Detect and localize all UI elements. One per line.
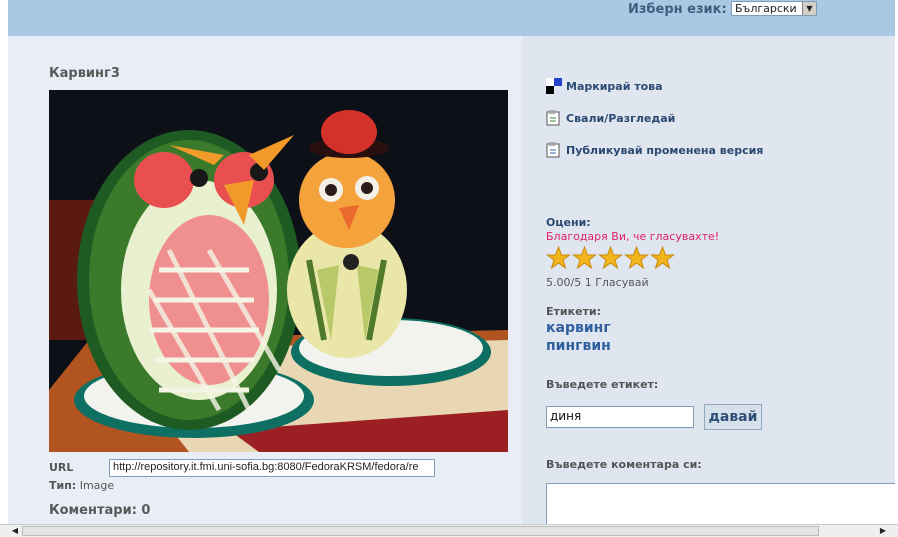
top-bar: Изберн език: Български ▼	[8, 0, 895, 36]
publish-icon	[546, 142, 560, 158]
tag-link[interactable]: пингвин	[546, 338, 611, 354]
chevron-down-icon[interactable]: ▼	[802, 2, 816, 15]
tags-label: Етикети:	[546, 305, 602, 318]
url-field[interactable]: http://repository.it.fmi.uni-sofia.bg:80…	[109, 459, 435, 477]
rating-summary: 5.00/5 1 Гласувай	[546, 276, 649, 289]
star-icon[interactable]	[572, 246, 597, 270]
bookmark-icon	[546, 78, 562, 94]
rating-label: Оцени:	[546, 216, 591, 229]
mark-link[interactable]: Маркирай това	[546, 78, 663, 94]
rating-stars[interactable]	[546, 246, 675, 270]
sidebar: Маркирай това Свали/Разгледай Публикувай…	[522, 36, 895, 524]
star-icon[interactable]	[546, 246, 571, 270]
publish-link[interactable]: Публикувай променена версия	[546, 142, 763, 158]
star-icon[interactable]	[650, 246, 675, 270]
item-title: Карвинг3	[49, 66, 120, 81]
download-link[interactable]: Свали/Разгледай	[546, 110, 675, 126]
scroll-thumb[interactable]	[22, 526, 819, 536]
tag-input[interactable]: диня	[546, 406, 694, 428]
page-frame: Изберн език: Български ▼ Карвинг3 URL ht…	[8, 0, 895, 524]
comment-form-label: Въведете коментара си:	[546, 458, 702, 471]
language-select[interactable]: Български ▼	[731, 1, 817, 16]
type-label: Тип:	[49, 479, 77, 492]
item-photo	[49, 90, 508, 452]
tag-submit-button[interactable]: давай	[704, 404, 762, 430]
download-icon	[546, 110, 560, 126]
type-row: Тип: Image	[49, 479, 114, 492]
star-icon[interactable]	[624, 246, 649, 270]
comments-count: Коментари: 0	[49, 503, 151, 518]
language-label: Изберн език:	[628, 2, 727, 17]
comment-textarea[interactable]	[546, 483, 895, 524]
tag-link[interactable]: карвинг	[546, 320, 611, 336]
tag-form-label: Въведете етикет:	[546, 378, 659, 391]
type-value: Image	[79, 479, 115, 492]
item-panel: Карвинг3 URL http://repository.it.fmi.un…	[8, 36, 522, 524]
scroll-left-icon[interactable]: ◀	[8, 525, 22, 537]
rating-thanks: Благодаря Ви, че гласувахте!	[546, 230, 720, 243]
url-label: URL	[49, 461, 74, 474]
horizontal-scrollbar[interactable]: ◀ ▶	[0, 524, 898, 537]
scroll-right-icon[interactable]: ▶	[876, 525, 890, 537]
star-icon[interactable]	[598, 246, 623, 270]
